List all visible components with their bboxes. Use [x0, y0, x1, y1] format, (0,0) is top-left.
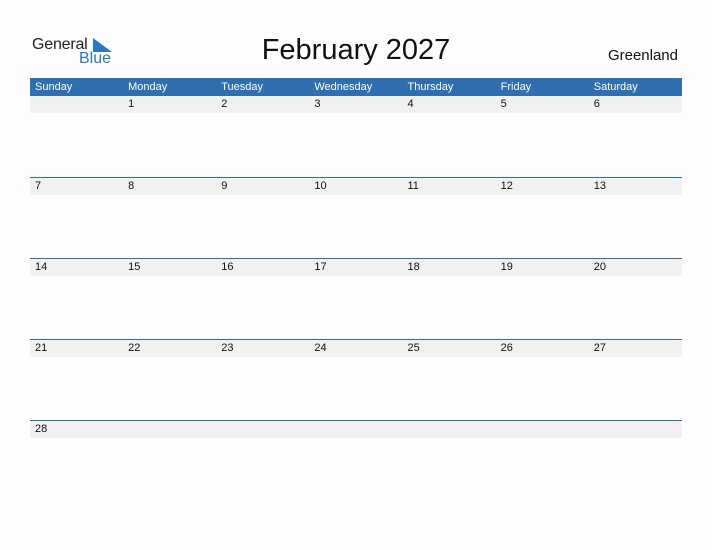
date-strip: 14 15 16 17 18 19 20	[30, 259, 682, 276]
day-cell: 27	[593, 342, 606, 354]
weekday-thursday: Thursday	[407, 81, 454, 93]
day-cell	[123, 421, 216, 438]
week-row-1: 1 2 3 4 5 6	[30, 96, 682, 113]
day-cell: 3	[314, 98, 321, 110]
day-cell: 28	[35, 423, 48, 435]
weekday-tuesday: Tuesday	[221, 81, 264, 93]
day-cell: 15	[128, 261, 141, 273]
day-cell: 5	[500, 98, 507, 110]
weekday-wednesday: Wednesday	[314, 81, 373, 93]
day-cell	[496, 421, 589, 438]
date-strip: 7 8 9 10 11 12 13	[30, 178, 682, 195]
day-cell	[30, 96, 123, 113]
day-cell: 25	[407, 342, 420, 354]
day-cell: 23	[221, 342, 234, 354]
day-cell: 26	[500, 342, 513, 354]
day-cell	[216, 421, 309, 438]
day-cell	[309, 421, 402, 438]
date-strip: 21 22 23 24 25 26 27	[30, 340, 682, 357]
day-cell: 21	[35, 342, 48, 354]
day-cell: 6	[593, 98, 600, 110]
week-row-5: 28	[30, 420, 682, 438]
week-row-3: 14 15 16 17 18 19 20	[30, 258, 682, 276]
day-cell: 9	[221, 180, 228, 192]
week-row-4: 21 22 23 24 25 26 27	[30, 339, 682, 357]
date-strip: 1 2 3 4 5 6	[30, 96, 682, 113]
country-label: Greenland	[607, 47, 678, 64]
day-cell: 10	[314, 180, 327, 192]
calendar-title: February 2027	[261, 34, 451, 66]
day-cell: 20	[593, 261, 606, 273]
day-cell: 13	[593, 180, 606, 192]
day-cell	[403, 421, 496, 438]
day-cell: 17	[314, 261, 327, 273]
weekday-friday: Friday	[500, 81, 532, 93]
day-cell: 8	[128, 180, 135, 192]
day-cell	[589, 421, 682, 438]
day-cell: 1	[128, 98, 135, 110]
day-cell: 11	[407, 180, 419, 192]
day-cell: 14	[35, 261, 48, 273]
weekday-saturday: Saturday	[593, 81, 638, 93]
day-cell: 7	[35, 180, 42, 192]
day-cell: 22	[128, 342, 141, 354]
week-row-2: 7 8 9 10 11 12 13	[30, 177, 682, 195]
day-cell: 18	[407, 261, 420, 273]
day-cell: 2	[221, 98, 228, 110]
day-cell: 12	[500, 180, 513, 192]
weekday-monday: Monday	[128, 81, 168, 93]
day-cell: 16	[221, 261, 234, 273]
date-strip: 28	[30, 421, 682, 438]
weekday-sunday: Sunday	[35, 81, 73, 93]
day-cell: 4	[407, 98, 414, 110]
weekday-header: Sunday Monday Tuesday Wednesday Thursday…	[30, 78, 682, 96]
day-cell: 24	[314, 342, 327, 354]
day-cell: 19	[500, 261, 513, 273]
